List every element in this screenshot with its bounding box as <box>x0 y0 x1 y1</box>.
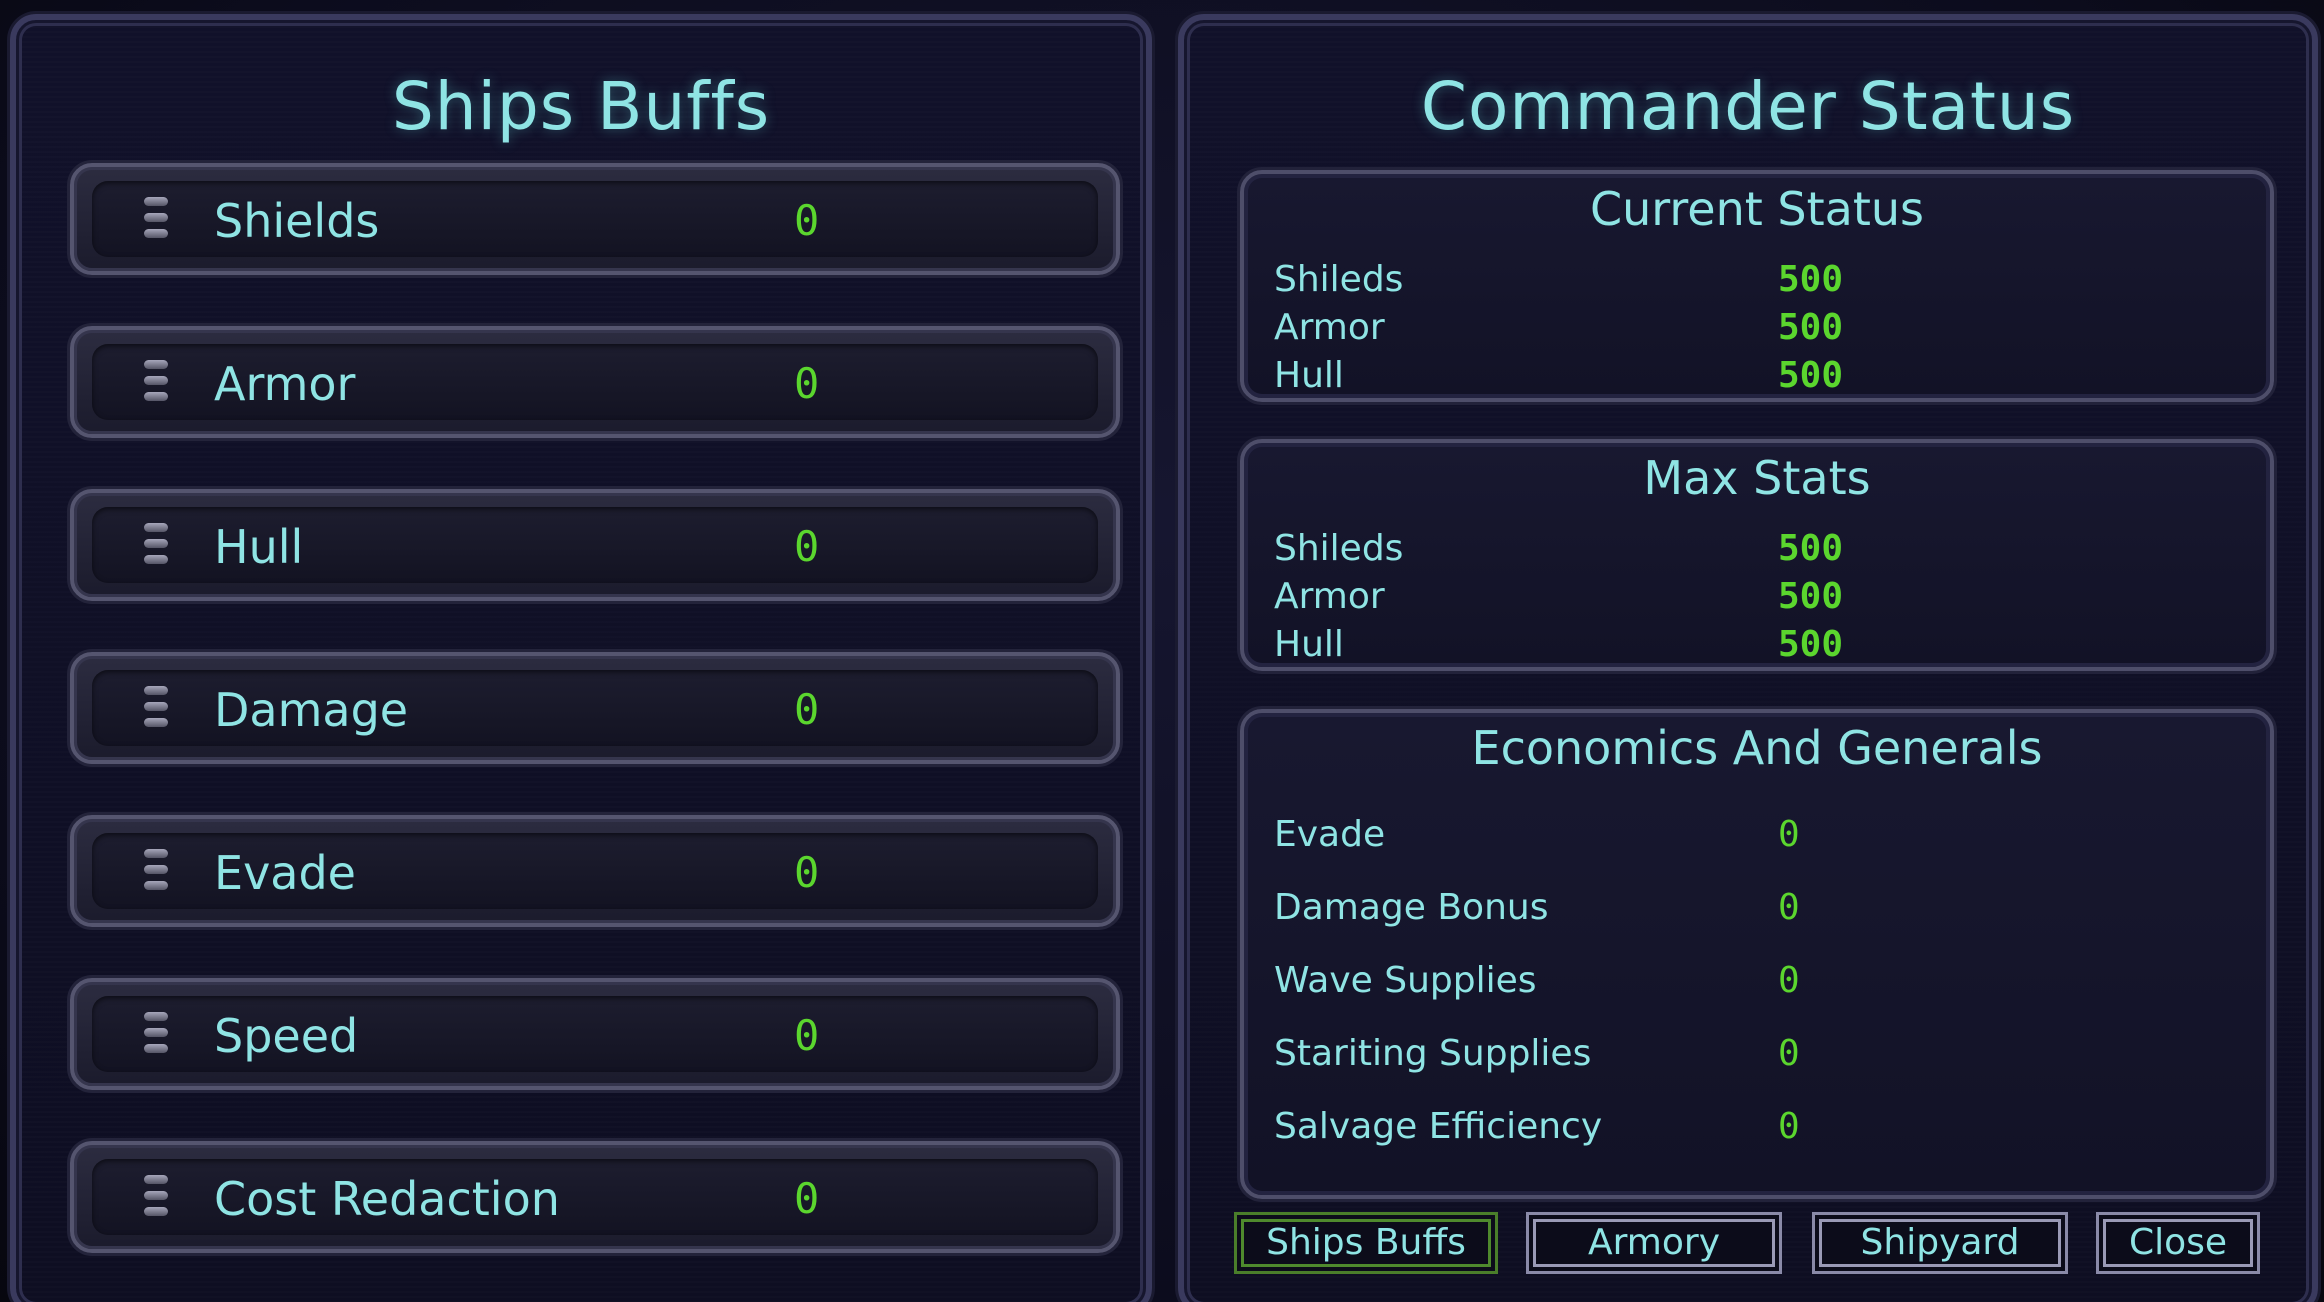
stat-label: Hull <box>1274 355 1344 396</box>
stat-label: Shileds <box>1274 259 1404 300</box>
stat-value: 0 <box>1778 887 1800 928</box>
buff-row-speed[interactable]: Speed 0 <box>70 978 1120 1090</box>
ships-buffs-title: Ships Buffs <box>391 68 771 145</box>
buff-row-hull[interactable]: Hull 0 <box>70 489 1120 601</box>
grip-icon <box>144 1012 170 1064</box>
stat-value: 0 <box>1778 1106 1800 1147</box>
stat-label: Shileds <box>1274 528 1404 569</box>
shipyard-button[interactable]: Shipyard <box>1812 1212 2068 1274</box>
ships-buffs-panel: Ships Buffs Shields 0 Armor 0 Hull 0 Dam… <box>10 14 1152 1302</box>
commander-status-title: Commander Status <box>1420 68 2076 145</box>
buff-label: Armor <box>214 357 356 411</box>
armory-button[interactable]: Armory <box>1526 1212 1782 1274</box>
stat-label: Armor <box>1274 307 1385 348</box>
buff-label: Evade <box>214 846 356 900</box>
stat-label: Damage Bonus <box>1274 887 1549 928</box>
max-stats-box: Max Stats Shileds 500 Armor 500 Hull 500 <box>1240 439 2274 671</box>
stat-value: 0 <box>1778 814 1800 855</box>
buff-value: 0 <box>794 196 820 245</box>
buff-value: 0 <box>794 1174 820 1223</box>
grip-icon <box>144 197 170 249</box>
buff-row-shields[interactable]: Shields 0 <box>70 163 1120 275</box>
game-screen: Ships Buffs Shields 0 Armor 0 Hull 0 Dam… <box>0 0 2324 1302</box>
commander-status-panel: Commander Status Current Status Shileds … <box>1178 14 2318 1302</box>
buff-label: Speed <box>214 1009 359 1063</box>
buff-value: 0 <box>794 1011 820 1060</box>
buff-label: Hull <box>214 520 304 574</box>
stat-label: Wave Supplies <box>1274 960 1537 1001</box>
buff-value: 0 <box>794 685 820 734</box>
stat-value: 500 <box>1778 528 1844 569</box>
stat-value: 0 <box>1778 1033 1800 1074</box>
buff-row-armor[interactable]: Armor 0 <box>70 326 1120 438</box>
buff-value: 0 <box>794 522 820 571</box>
stat-label: Salvage Efficiency <box>1274 1106 1603 1147</box>
economics-title: Economics And Generals <box>1471 721 2043 775</box>
stat-value: 500 <box>1778 259 1844 300</box>
economics-box: Economics And Generals Evade 0 Damage Bo… <box>1240 709 2274 1199</box>
max-stats-title: Max Stats <box>1643 451 1871 505</box>
grip-icon <box>144 686 170 738</box>
stat-value: 500 <box>1778 355 1844 396</box>
buff-label: Damage <box>214 683 409 737</box>
stat-label: Armor <box>1274 576 1385 617</box>
buff-label: Shields <box>214 194 380 248</box>
buff-value: 0 <box>794 359 820 408</box>
buff-value: 0 <box>794 848 820 897</box>
grip-icon <box>144 360 170 412</box>
stat-value: 0 <box>1778 960 1800 1001</box>
stat-value: 500 <box>1778 307 1844 348</box>
stat-label: Evade <box>1274 814 1386 855</box>
stat-value: 500 <box>1778 624 1844 665</box>
ships-buffs-button[interactable]: Ships Buffs <box>1234 1212 1498 1274</box>
buff-row-damage[interactable]: Damage 0 <box>70 652 1120 764</box>
buff-label: Cost Redaction <box>214 1172 560 1226</box>
current-status-box: Current Status Shileds 500 Armor 500 Hul… <box>1240 170 2274 402</box>
buff-row-evade[interactable]: Evade 0 <box>70 815 1120 927</box>
grip-icon <box>144 1175 170 1227</box>
stat-value: 500 <box>1778 576 1844 617</box>
current-status-title: Current Status <box>1590 182 1924 236</box>
close-button[interactable]: Close <box>2096 1212 2260 1274</box>
grip-icon <box>144 523 170 575</box>
stat-label: Stariting Supplies <box>1274 1033 1592 1074</box>
buff-row-cost-redaction[interactable]: Cost Redaction 0 <box>70 1141 1120 1253</box>
stat-label: Hull <box>1274 624 1344 665</box>
grip-icon <box>144 849 170 901</box>
